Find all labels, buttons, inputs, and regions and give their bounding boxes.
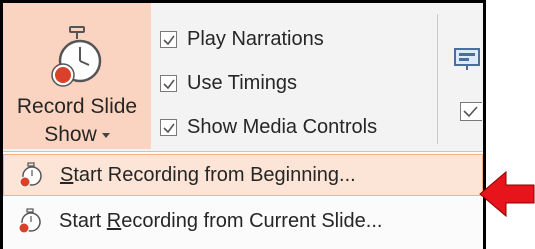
dropdown-caret-icon [101, 132, 110, 138]
checkbox-label: Show Media Controls [187, 115, 378, 138]
record-label-line2: Show [44, 123, 97, 146]
record-slide-show-label: Record Slide Show [3, 93, 151, 149]
record-slide-show-button[interactable]: Record Slide Show [3, 3, 151, 149]
checkbox-label: Use Timings [187, 71, 298, 94]
menu-item-label: Start Recording from Beginning... [60, 163, 356, 186]
checkmark-icon [163, 123, 175, 133]
checkbox-show-media-controls[interactable]: Show Media Controls [160, 110, 377, 144]
checkbox-box[interactable] [160, 74, 177, 92]
checkbox-box[interactable] [160, 30, 177, 48]
checkbox-play-narrations[interactable]: Play Narrations [160, 22, 324, 56]
stopwatch-record-icon [18, 208, 41, 234]
monitor-icon[interactable] [452, 46, 482, 72]
checkbox-label: Play Narrations [187, 27, 324, 50]
ribbon-separator [437, 14, 438, 144]
checkmark-icon [163, 35, 175, 45]
stopwatch-record-icon [19, 162, 42, 188]
checkbox-use-timings[interactable]: Use Timings [160, 66, 297, 100]
menu-item-start-recording-current[interactable]: Start Recording from Current Slide... [3, 200, 483, 242]
menu-item-start-recording-beginning[interactable]: Start Recording from Beginning... [3, 154, 483, 196]
record-label-line1: Record Slide [16, 95, 138, 118]
partial-checkbox[interactable] [460, 102, 482, 121]
checkmark-icon [463, 106, 478, 118]
red-arrow-icon [479, 170, 535, 218]
menu-item-label: Start Recording from Current Slide... [59, 209, 383, 232]
record-dropdown-menu: Start Recording from Beginning... Start … [3, 151, 483, 249]
checkbox-box[interactable] [160, 118, 177, 136]
stopwatch-record-icon [51, 26, 102, 87]
checkmark-icon [163, 79, 175, 89]
